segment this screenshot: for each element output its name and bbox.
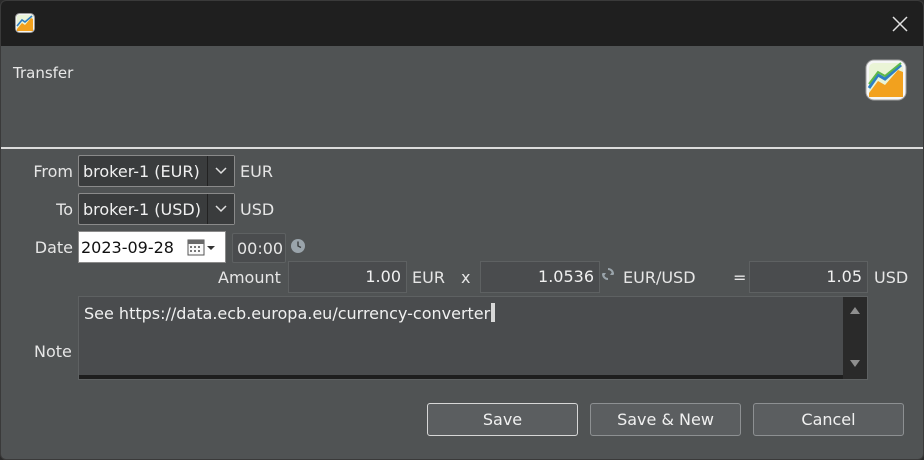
equals-sign: = (733, 268, 747, 287)
to-dropdown-button[interactable] (207, 194, 234, 224)
from-account-value: broker-1 (EUR) (83, 162, 200, 181)
amount-input[interactable]: 1.00 (288, 261, 407, 293)
amount-value: 1.00 (365, 267, 401, 286)
from-account-select[interactable]: broker-1 (EUR) (78, 155, 235, 187)
from-label: From (33, 162, 73, 181)
text-cursor (491, 303, 496, 322)
to-account-select[interactable]: broker-1 (USD) (78, 193, 235, 225)
transfer-dialog: Transfer From broker-1 (EUR) EUR To brok… (0, 0, 924, 460)
note-textarea[interactable]: See https://data.ecb.europa.eu/currency-… (78, 296, 868, 380)
dialog-title: Transfer (13, 64, 74, 82)
close-button[interactable] (885, 9, 915, 39)
scroll-up-icon[interactable] (849, 306, 861, 315)
note-value: See https://data.ecb.europa.eu/currency-… (84, 304, 491, 323)
vertical-scrollbar[interactable] (843, 297, 867, 379)
clock-icon[interactable] (290, 238, 306, 254)
date-input[interactable]: 2023-09-28 (78, 231, 226, 263)
converted-amount-input[interactable]: 1.05 (749, 261, 868, 293)
multiply-sign: x (461, 268, 471, 287)
to-currency: USD (240, 200, 275, 219)
note-label: Note (34, 342, 72, 361)
amount-currency: EUR (412, 268, 445, 287)
refresh-rate-icon[interactable] (601, 267, 615, 281)
exchange-rate-input[interactable]: 1.0536 (480, 261, 600, 293)
app-icon (15, 13, 35, 33)
chart-trend-icon (865, 59, 907, 101)
scroll-down-icon[interactable] (849, 359, 861, 368)
converted-currency: USD (874, 268, 909, 287)
title-bar (1, 1, 923, 46)
calendar-icon[interactable] (187, 238, 219, 258)
horizontal-scrollbar[interactable] (79, 375, 844, 379)
chevron-down-icon (215, 167, 227, 175)
exchange-rate-unit: EUR/USD (623, 268, 696, 287)
date-label: Date (34, 238, 73, 257)
time-input[interactable]: 00:00 (232, 233, 286, 263)
header-separator (1, 147, 923, 149)
dialog-header: Transfer (1, 46, 923, 148)
close-icon (892, 16, 908, 32)
cancel-button[interactable]: Cancel (753, 403, 904, 436)
converted-amount-value: 1.05 (826, 267, 862, 286)
from-dropdown-button[interactable] (207, 156, 234, 186)
chevron-down-icon (215, 205, 227, 213)
to-label: To (56, 200, 73, 219)
from-currency: EUR (240, 162, 273, 181)
save-button[interactable]: Save (427, 403, 578, 436)
amount-label: Amount (218, 268, 281, 287)
time-value: 00:00 (237, 239, 284, 258)
save-and-new-button[interactable]: Save & New (590, 403, 741, 436)
exchange-rate-value: 1.0536 (538, 267, 594, 286)
to-account-value: broker-1 (USD) (83, 200, 201, 219)
date-value: 2023-09-28 (81, 238, 174, 257)
